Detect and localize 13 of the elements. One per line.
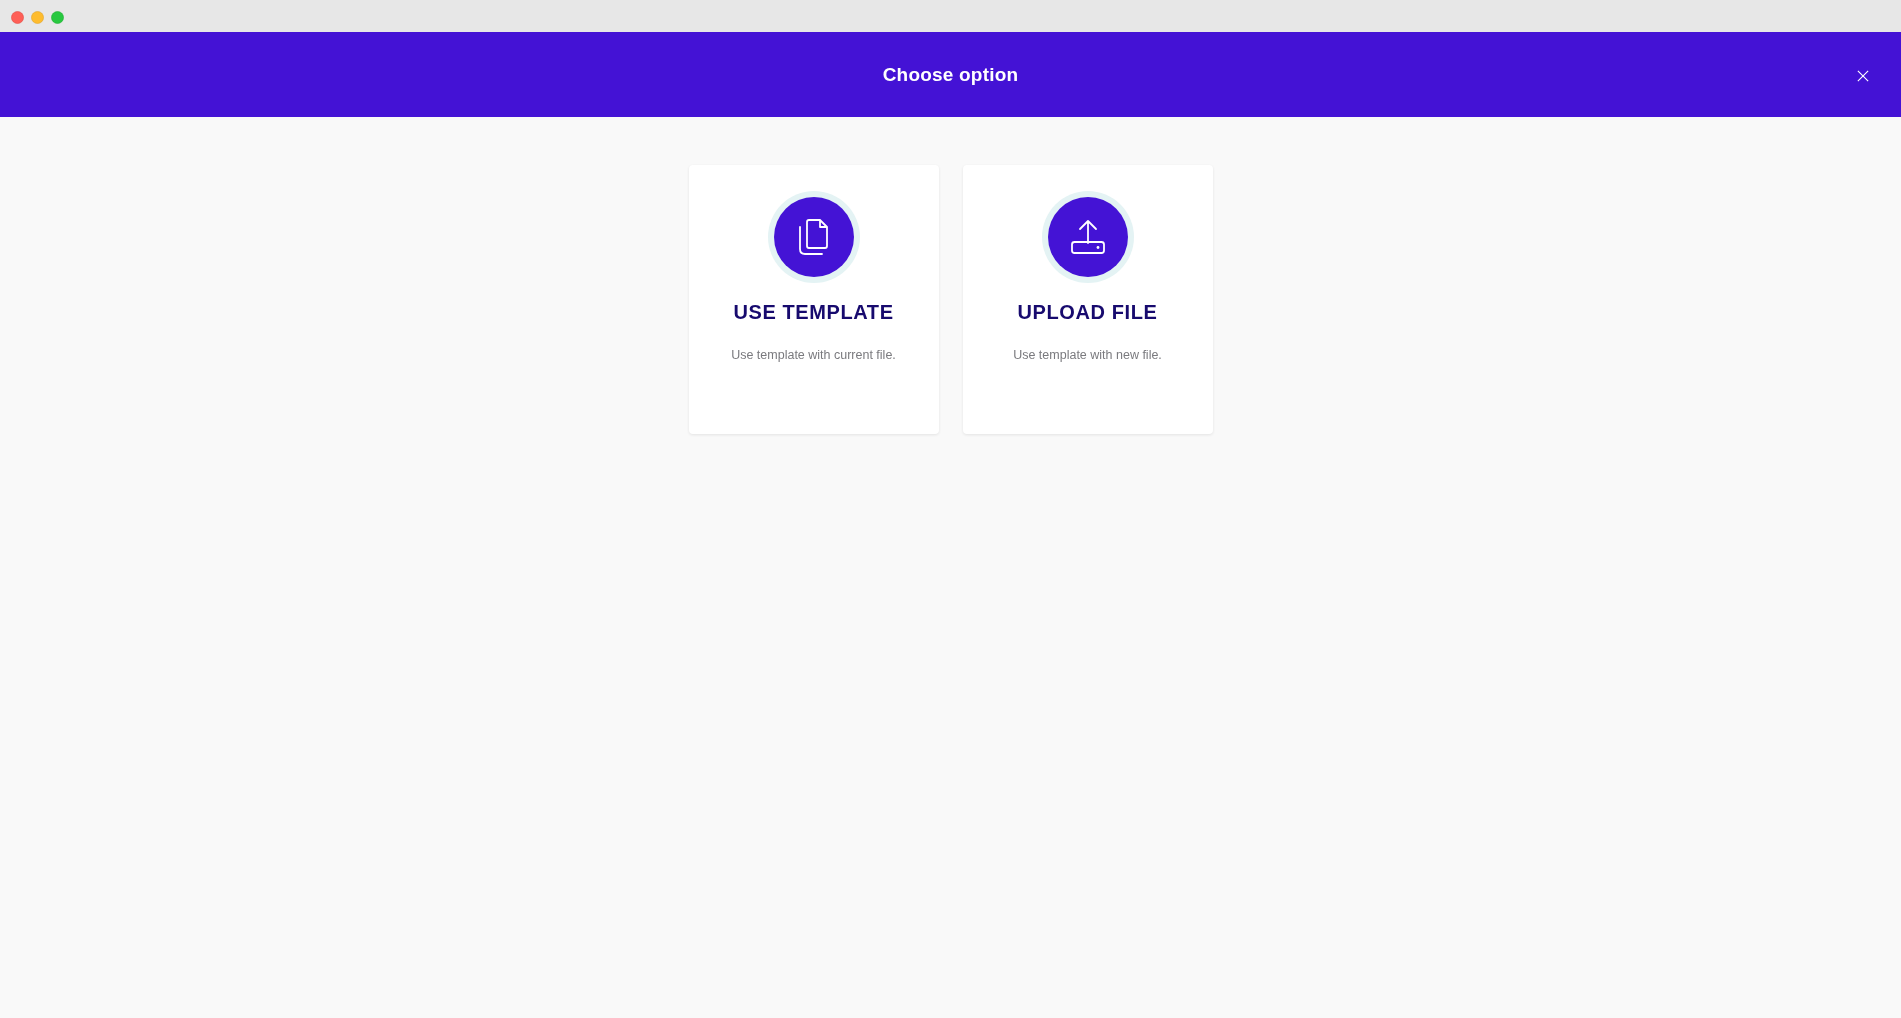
- minimize-window-icon[interactable]: [31, 10, 44, 24]
- option-description: Use template with current file.: [731, 348, 896, 362]
- option-card[interactable]: UPLOAD FILE Use template with new file.: [962, 165, 1213, 434]
- upload-icon: [1041, 191, 1134, 283]
- maximize-window-icon[interactable]: [51, 10, 64, 24]
- option-title: USE TEMPLATE: [733, 301, 894, 324]
- close-window-icon[interactable]: [11, 10, 24, 24]
- option-card[interactable]: USE TEMPLATE Use template with current file.: [688, 165, 939, 434]
- close-icon: [1857, 70, 1869, 82]
- option-title: UPLOAD FILE: [1017, 301, 1158, 324]
- dialog-title: Choose option: [882, 63, 1019, 86]
- copy-icon: [767, 191, 860, 283]
- option-description: Use template with new file.: [1013, 348, 1162, 362]
